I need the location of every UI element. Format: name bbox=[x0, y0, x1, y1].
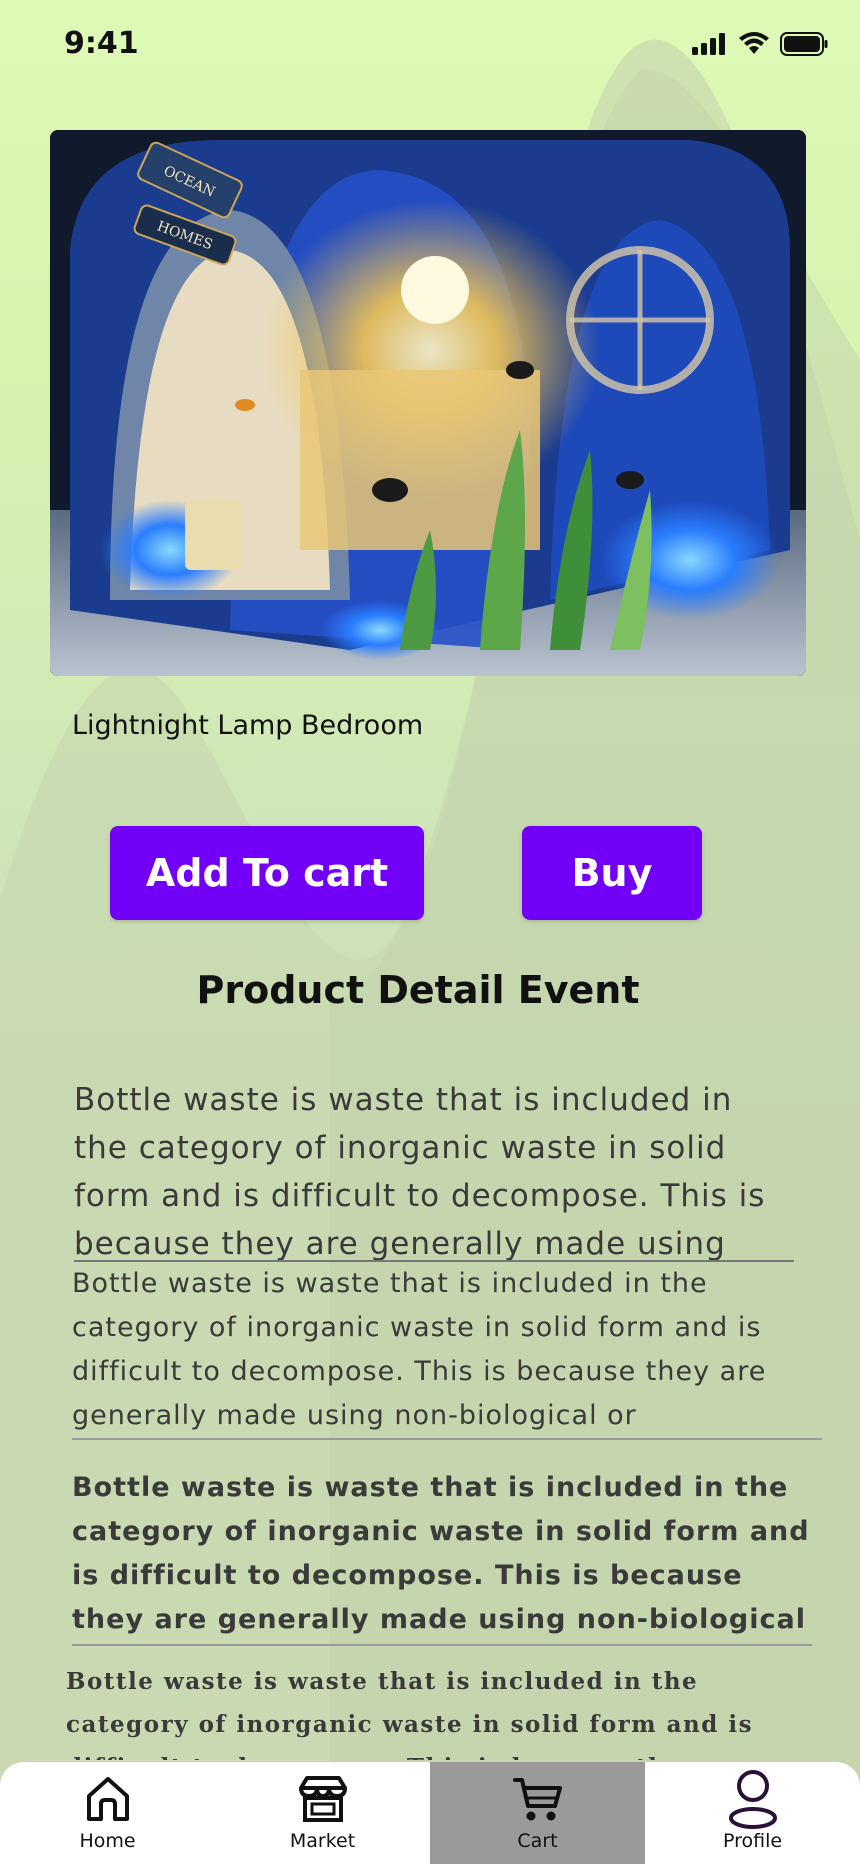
store-icon bbox=[297, 1772, 349, 1826]
product-detail-title: Product Detail Event bbox=[196, 968, 640, 1012]
nav-label-home: Home bbox=[79, 1830, 136, 1852]
add-to-cart-button[interactable]: Add To cart bbox=[110, 826, 424, 920]
signal-icon bbox=[692, 33, 725, 55]
product-image: OCEAN HOMES bbox=[50, 130, 806, 676]
profile-icon bbox=[727, 1768, 779, 1830]
nav-item-profile[interactable]: Profile bbox=[645, 1762, 860, 1864]
nav-label-profile: Profile bbox=[722, 1830, 783, 1852]
description-paragraph-4: Bottle waste is waste that is included i… bbox=[66, 1668, 754, 1760]
nav-label-market: Market bbox=[289, 1830, 356, 1852]
home-icon bbox=[84, 1772, 132, 1826]
nav-label-cart: Cart bbox=[517, 1830, 558, 1852]
description-paragraph-1: Bottle waste is waste that is included i… bbox=[74, 1076, 794, 1262]
battery-icon bbox=[780, 32, 828, 56]
buy-button[interactable]: Buy bbox=[522, 826, 702, 920]
cart-icon bbox=[512, 1772, 563, 1826]
nav-item-market[interactable]: Market bbox=[215, 1762, 430, 1864]
status-icons bbox=[692, 32, 828, 56]
status-bar: 9:41 bbox=[0, 0, 860, 90]
product-name: Lightnight Lamp Bedroom bbox=[72, 710, 424, 741]
description-paragraph-2: Bottle waste is waste that is included i… bbox=[72, 1262, 822, 1440]
nav-item-cart[interactable]: Cart bbox=[430, 1762, 645, 1864]
status-time: 9:41 bbox=[64, 26, 139, 61]
bottom-nav: Home Market Cart Profile bbox=[0, 1762, 860, 1864]
description-paragraph-3: Bottle waste is waste that is included i… bbox=[72, 1466, 812, 1646]
nav-item-home[interactable]: Home bbox=[0, 1762, 215, 1864]
wifi-icon bbox=[739, 32, 769, 54]
